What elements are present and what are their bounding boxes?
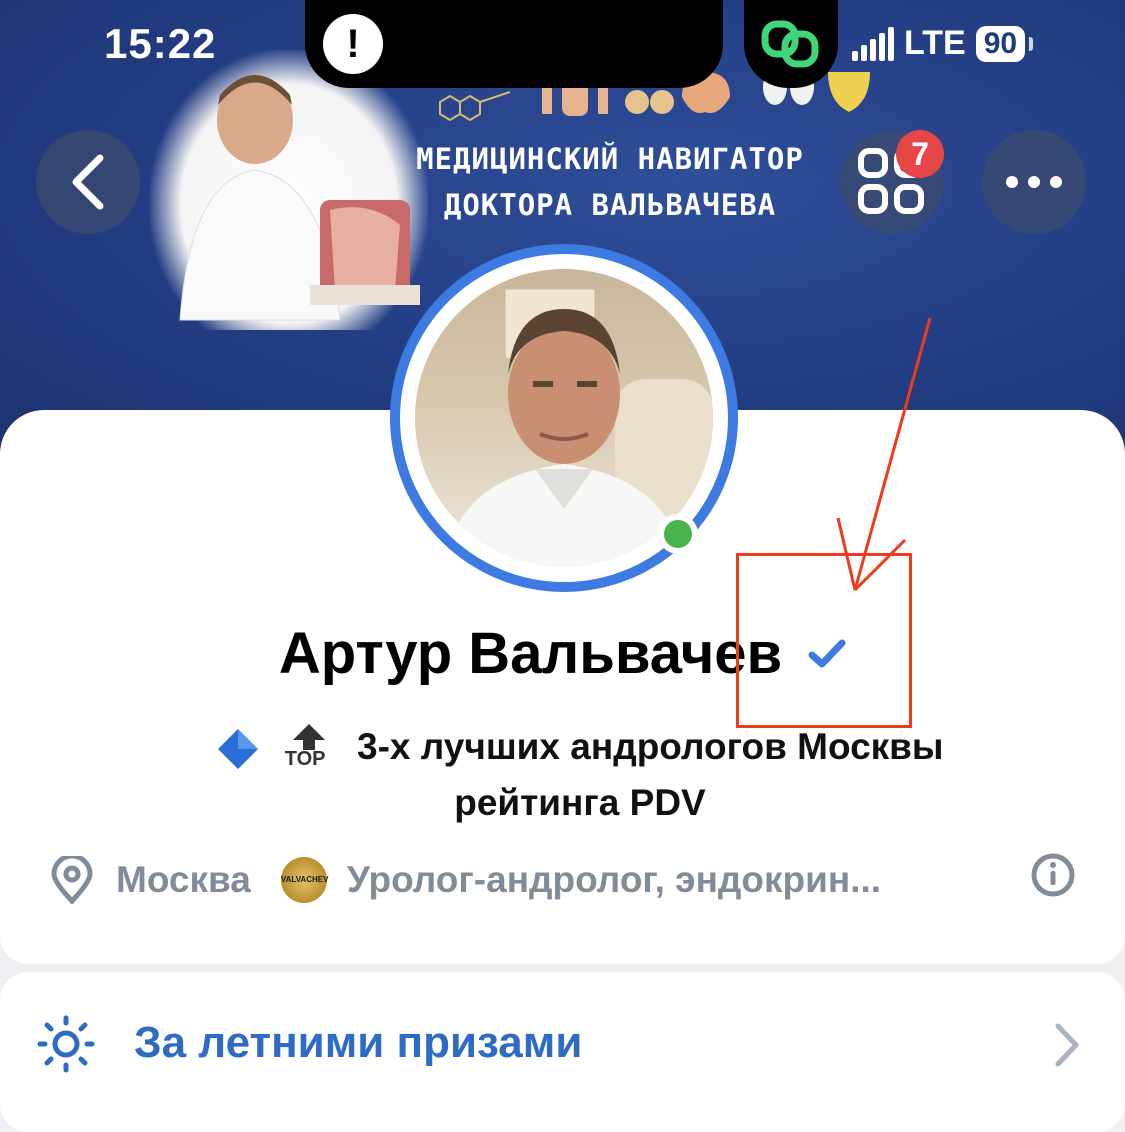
link-activity-icon [761,20,819,68]
cover-title-line1: МЕДИЦИНСКИЙ НАВИГАТОР [416,142,804,176]
top-label: TOP [284,748,326,771]
profile-profession[interactable]: Уролог-андролог, эндокрин... [347,859,881,901]
sun-icon [37,1015,95,1073]
cover-title: МЕДИЦИНСКИЙ НАВИГАТОР ДОКТОРА ВАЛЬВАЧЕВА [400,136,820,228]
profile-city[interactable]: Москва [116,859,251,901]
cover-title-line2: ДОКТОРА ВАЛЬВАЧЕВА [443,188,777,222]
back-button[interactable] [36,130,140,234]
top-arrow-icon: TOP [281,722,337,776]
battery-indicator: 90 [975,25,1034,62]
alert-icon: ! [323,14,383,74]
profile-info-row: Москва VALVACHEV Уролог-андролог, эндокр… [50,852,1080,908]
profile-name: Артур Вальвачев [278,621,783,686]
island-activity [744,0,838,88]
profile-status: TOP 3-х лучших андрологов Москвы рейтинг… [160,720,1000,830]
dynamic-island: ! [305,0,723,88]
more-dots-icon [1006,176,1062,188]
status-time: 15:22 [104,20,217,67]
location-pin-icon [51,856,93,904]
promo-card[interactable]: За летними призами [0,972,1125,1132]
info-icon [1031,853,1075,897]
workplace-logo-text: VALVACHEV [280,875,329,884]
apps-notification-badge: 7 [896,130,944,178]
online-indicator [658,514,698,554]
info-button[interactable] [1030,852,1076,907]
signal-icon [852,26,894,61]
workplace-logo: VALVACHEV [280,857,329,903]
network-type: LTE [904,24,966,62]
promo-label: За летними призами [134,1018,583,1067]
blue-diamond-icon [218,729,259,770]
status-text: 3-х лучших андрологов Москвы рейтинга PD… [357,726,944,824]
cover-doctor-photo [150,50,428,330]
chevron-right-icon [1055,1023,1079,1067]
more-button[interactable] [982,130,1086,234]
profile-name-row: Артур Вальвачев [0,620,1125,687]
annotation-highlight-box [736,553,912,728]
chevron-left-icon [72,154,104,210]
status-indicators: LTE 90 [852,24,1034,63]
